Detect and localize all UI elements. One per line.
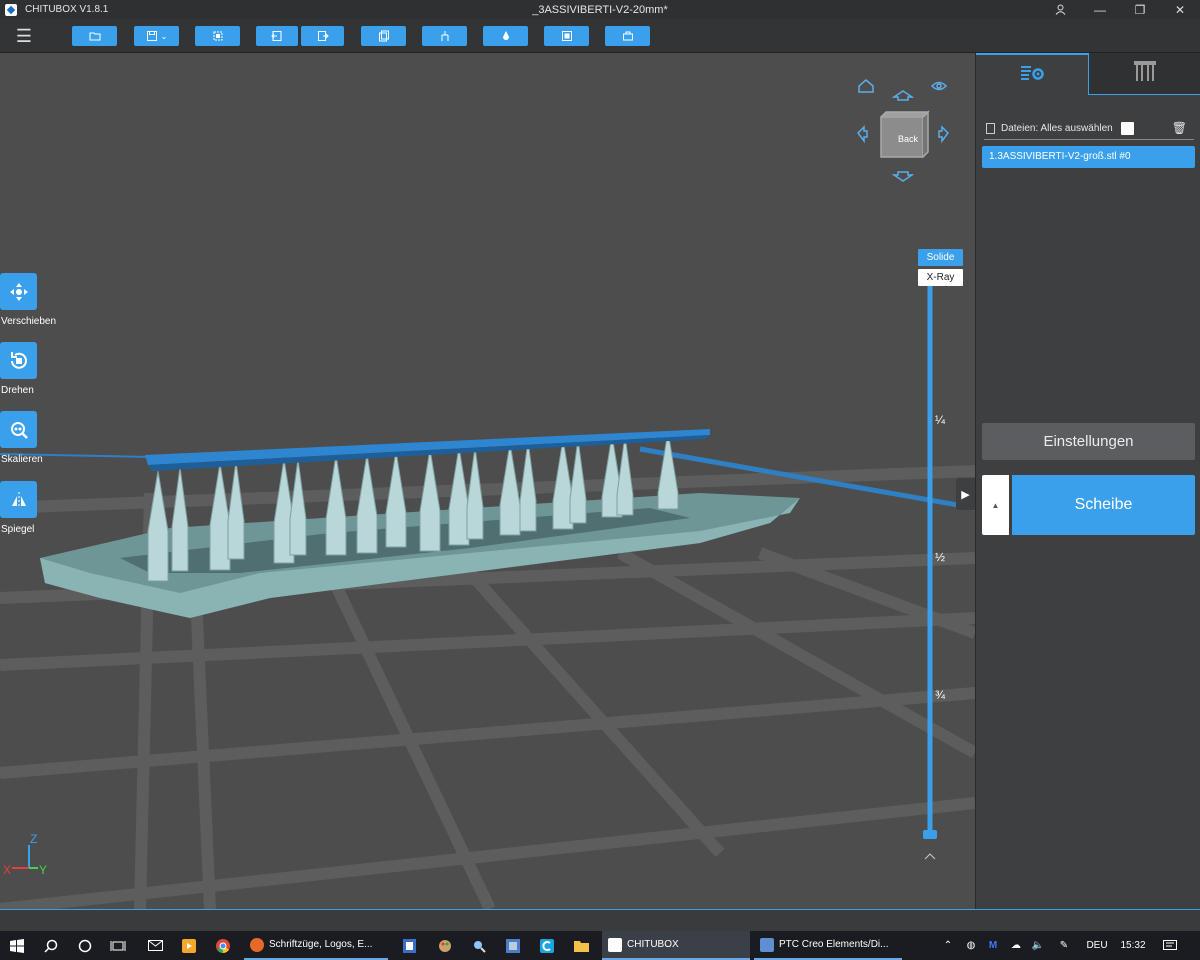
files-select-all-label: Dateien: Alles auswählen	[1001, 122, 1113, 134]
volume-icon[interactable]: 🔈	[1028, 931, 1048, 960]
firefox-icon	[250, 937, 264, 952]
title-bar: CHITUBOX V1.8.1 _3ASSIVIBERTI-V2-20mm* —…	[0, 0, 1200, 19]
rotate-icon[interactable]	[0, 342, 37, 379]
file-icon	[986, 122, 995, 134]
measure-icon[interactable]	[605, 26, 650, 46]
import-icon[interactable]	[256, 26, 298, 46]
tool-rotate[interactable]: Drehen	[0, 342, 60, 396]
trash-icon[interactable]: 🗑	[1172, 121, 1187, 135]
chitubox-taskbar-icon	[608, 937, 622, 952]
paint-app-icon[interactable]	[432, 931, 458, 960]
files-header: Dateien: Alles auswählen 🗑	[986, 120, 1191, 136]
search-icon[interactable]	[38, 931, 64, 960]
scale-icon[interactable]	[0, 411, 37, 448]
taskbar-app-firefox[interactable]: Schriftzüge, Logos, E...	[244, 931, 388, 960]
windows-start-icon[interactable]	[4, 931, 30, 960]
tray-chevron-icon[interactable]: ⌃	[940, 931, 956, 960]
view-cube-face-label: Back	[898, 134, 919, 144]
media-player-icon[interactable]	[176, 931, 202, 960]
tool-move-label: Verschieben	[1, 316, 57, 327]
auto-layout-icon[interactable]	[195, 26, 240, 46]
tool-scale-label: Skalieren	[1, 454, 43, 465]
hamburger-icon[interactable]: ☰	[14, 27, 34, 45]
main-toolbar: ☰ ⌄	[0, 19, 1200, 53]
file-explorer-icon[interactable]	[568, 931, 594, 960]
dig-hole-icon[interactable]	[544, 26, 589, 46]
open-file-icon[interactable]	[72, 26, 117, 46]
app-name: CHITUBOX V1.8.1	[25, 4, 109, 15]
mirror-icon[interactable]	[0, 481, 37, 518]
copy-icon[interactable]	[361, 26, 406, 46]
window-controls: — ❐ ✕	[1040, 0, 1200, 19]
user-icon[interactable]	[1040, 0, 1080, 19]
supports-tab-icon	[1132, 59, 1158, 88]
creo-icon	[760, 937, 774, 952]
task-view-icon[interactable]	[105, 931, 131, 960]
tool-scale[interactable]: Skalieren	[0, 411, 60, 465]
slider-down-chevron-icon	[924, 853, 936, 860]
slice-options-toggle[interactable]: ▲	[982, 475, 1009, 535]
taskbar-app-label: PTC Creo Elements/Di...	[779, 939, 889, 950]
magnifier-app-icon[interactable]	[466, 931, 492, 960]
export-icon[interactable]	[301, 26, 344, 46]
settings-list-icon	[1019, 64, 1045, 87]
tab-settings[interactable]	[976, 53, 1088, 95]
pen-icon[interactable]: ✎	[1054, 931, 1074, 960]
windows-taskbar: Schriftzüge, Logos, E... CHITUBOX PTC Cr…	[0, 931, 1200, 960]
taskbar-app-label: Schriftzüge, Logos, E...	[269, 939, 373, 950]
document-app-icon[interactable]	[396, 931, 422, 960]
notification-icon[interactable]	[1156, 931, 1184, 960]
axis-indicator: Z X Y	[3, 832, 47, 877]
3d-viewport[interactable]: Z X Y Back Verschieben Drehen Skalieren …	[0, 53, 975, 909]
axis-z-label: Z	[30, 832, 37, 846]
status-bar	[0, 909, 1200, 931]
taskbar-app-label: CHITUBOX	[627, 939, 679, 950]
cortana-icon[interactable]	[72, 931, 98, 960]
divider	[984, 139, 1194, 140]
save-icon[interactable]: ⌄	[134, 26, 179, 46]
tool-rotate-label: Drehen	[1, 385, 34, 396]
taskbar-app-chitubox[interactable]: CHITUBOX	[602, 931, 750, 960]
tab-supports[interactable]	[1088, 53, 1200, 95]
layer-slider-bottom-handle	[923, 830, 937, 839]
chitubox-logo-icon	[5, 3, 17, 16]
view-cube	[857, 79, 949, 182]
slider-mark-three-quarter: ¾	[935, 688, 946, 702]
settings-button[interactable]: Einstellungen	[982, 423, 1195, 460]
restore-button[interactable]: ❐	[1120, 0, 1160, 19]
supports-icon[interactable]	[422, 26, 467, 46]
slider-mark-half: ½	[935, 550, 946, 564]
build-plate-scene: Z X Y Back	[0, 79, 975, 909]
file-list-item[interactable]: 1.3ASSIVIBERTI-V2-groß.stl #0	[982, 146, 1195, 168]
select-all-checkbox[interactable]	[1120, 121, 1134, 135]
tray-meet-icon[interactable]: ◍	[962, 931, 980, 960]
right-panel: Dateien: Alles auswählen 🗑 1.3ASSIVIBERT…	[975, 53, 1200, 909]
slice-button[interactable]: Scheibe	[1012, 475, 1195, 535]
axis-x-label: X	[3, 863, 11, 877]
panel-collapse-button[interactable]: ▶	[956, 478, 975, 510]
network-app-icon[interactable]	[500, 931, 526, 960]
xray-view-button[interactable]: X-Ray	[918, 269, 963, 286]
minimize-button[interactable]: —	[1080, 0, 1120, 19]
tool-move[interactable]: Verschieben	[0, 273, 60, 327]
axis-y-label: Y	[39, 863, 47, 877]
language-indicator[interactable]: DEU	[1080, 931, 1114, 960]
mail-icon[interactable]	[142, 931, 168, 960]
document-title: _3ASSIVIBERTI-V2-20mm*	[532, 3, 668, 16]
onedrive-icon[interactable]: ☁	[1006, 931, 1026, 960]
hollow-icon[interactable]	[483, 26, 528, 46]
tool-mirror[interactable]: Spiegel	[0, 481, 60, 535]
ccleaner-icon[interactable]	[534, 931, 560, 960]
taskbar-app-creo[interactable]: PTC Creo Elements/Di...	[754, 931, 902, 960]
tool-mirror-label: Spiegel	[1, 524, 35, 535]
clock[interactable]: 15:32	[1114, 931, 1152, 960]
move-icon[interactable]	[0, 273, 37, 310]
slider-mark-quarter: ¼	[935, 413, 946, 427]
chrome-icon[interactable]	[210, 931, 236, 960]
tray-malwarebytes-icon[interactable]: M	[984, 931, 1002, 960]
close-button[interactable]: ✕	[1160, 0, 1200, 19]
solid-view-button[interactable]: Solide	[918, 249, 963, 266]
